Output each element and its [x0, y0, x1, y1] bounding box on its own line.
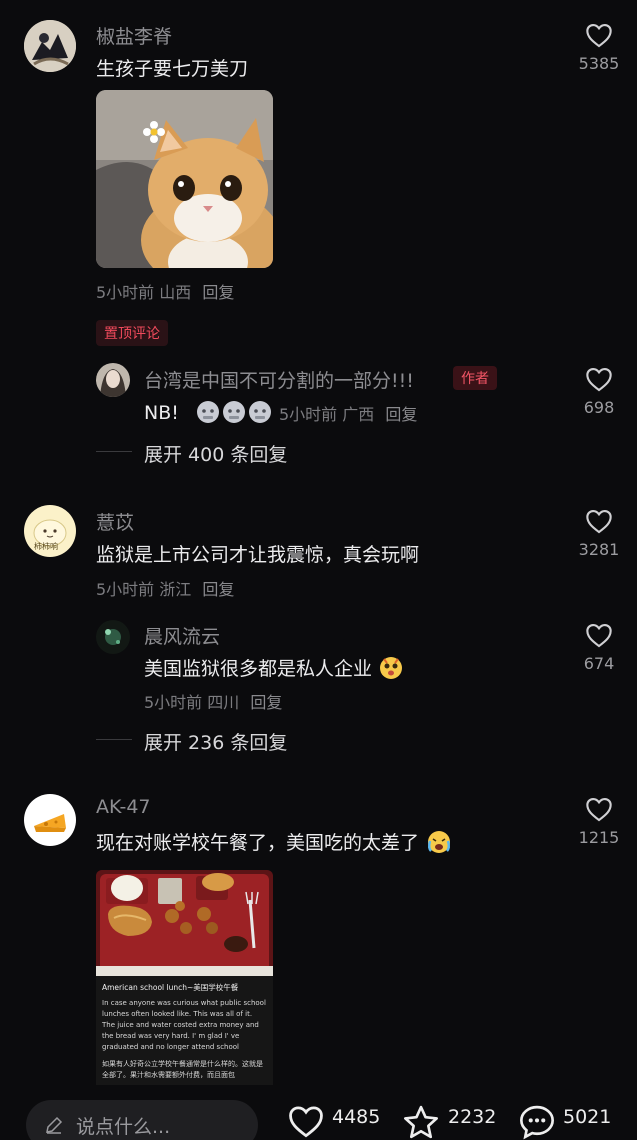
comment-image[interactable]: [96, 90, 273, 268]
emoji-icon: [378, 654, 404, 685]
username[interactable]: 椒盐李脊: [96, 22, 172, 49]
image-caption-en: In case anyone was curious what public s…: [102, 999, 266, 1051]
heart-icon: [586, 24, 612, 48]
star-icon[interactable]: [402, 1104, 440, 1140]
reply-text: NB!: [144, 402, 179, 424]
reply-button[interactable]: 回复: [202, 580, 234, 599]
expand-replies-button[interactable]: 展开 236 条回复: [144, 728, 287, 755]
pencil-icon: [46, 1116, 63, 1134]
comment-text: 生孩子要七万美刀: [96, 58, 249, 80]
comment-text: 现在对账学校午餐了，美国吃的太差了: [96, 832, 420, 854]
like-button[interactable]: 674: [569, 622, 629, 673]
expand-replies-button[interactable]: 展开 400 条回复: [144, 440, 287, 467]
reply-text-row: 美国监狱很多都是私人企业: [144, 654, 404, 685]
total-comments: 5021: [563, 1106, 612, 1128]
reply-meta: 5小时前 广西 回复: [279, 401, 417, 425]
reply-time: 5小时前: [144, 693, 203, 712]
comment-meta: 5小时前 浙江 回复: [96, 576, 234, 600]
comment-input[interactable]: 说点什么...: [26, 1100, 258, 1140]
heart-icon: [586, 368, 612, 392]
comment-input-placeholder: 说点什么...: [76, 1116, 171, 1138]
like-button[interactable]: 698: [569, 366, 629, 417]
heart-icon: [586, 510, 612, 534]
reply-button[interactable]: 回复: [202, 283, 234, 302]
avatar[interactable]: [24, 20, 76, 72]
like-count: 674: [583, 654, 615, 673]
comment-image[interactable]: American school lunch~美国学校午餐 In case any…: [96, 870, 273, 1085]
like-button[interactable]: 5385: [569, 22, 629, 73]
total-favorites: 2232: [448, 1106, 497, 1128]
reply-region: 四川: [207, 693, 240, 712]
reply-button[interactable]: 回复: [385, 405, 417, 424]
like-count: 1215: [578, 828, 620, 847]
avatar[interactable]: [96, 620, 130, 654]
username[interactable]: 薏苡: [96, 508, 134, 535]
reply-button[interactable]: 回复: [250, 693, 282, 712]
pinned-badge: 置顶评论: [96, 320, 168, 346]
reply-meta: 5小时前 四川 回复: [144, 689, 282, 713]
avatar[interactable]: [24, 794, 76, 846]
heart-icon: [586, 798, 612, 822]
divider: [96, 451, 132, 452]
image-title: American school lunch~美国学校午餐: [102, 983, 239, 992]
avatar[interactable]: [96, 363, 130, 397]
comment-text-row: 现在对账学校午餐了，美国吃的太差了: [96, 828, 453, 859]
reply-username[interactable]: 晨风流云: [144, 622, 220, 649]
comment-text: 监狱是上市公司才让我震惊，真会玩啊: [96, 544, 420, 566]
reply-text: 美国监狱很多都是私人企业: [144, 658, 373, 680]
avatar-caption: 柿柿响: [34, 542, 58, 551]
like-button[interactable]: 1215: [569, 796, 629, 847]
like-count: 698: [583, 398, 615, 417]
reply-username[interactable]: 台湾是中国不可分割的一部分!!!: [144, 366, 414, 393]
comment-bubble-icon[interactable]: [518, 1104, 556, 1140]
comment-region: 山西: [159, 283, 192, 302]
heart-icon[interactable]: [287, 1104, 325, 1138]
like-count: 5385: [578, 54, 620, 73]
heart-icon: [586, 624, 612, 648]
like-button[interactable]: 3281: [569, 508, 629, 559]
emoji-icon: [195, 398, 273, 429]
comment-time: 5小时前: [96, 580, 155, 599]
reply-region: 广西: [342, 405, 375, 424]
emoji-icon: [425, 828, 453, 859]
username[interactable]: AK-47: [96, 796, 151, 818]
comment-meta: 5小时前 山西 回复: [96, 279, 234, 303]
divider: [96, 739, 132, 740]
image-caption-zh: 如果有人好奇公立学校午餐通常是什么样的。这就是全部了。果汁和水需要额外付费，而且…: [102, 1060, 263, 1079]
like-count: 3281: [578, 540, 620, 559]
author-badge: 作者: [453, 366, 497, 390]
total-likes: 4485: [332, 1106, 381, 1128]
comment-region: 浙江: [159, 580, 192, 599]
reply-time: 5小时前: [279, 405, 338, 424]
reply-text-row: NB!: [144, 398, 273, 429]
bottom-bar: 说点什么... 4485 2232 5021: [0, 1090, 637, 1140]
comment-time: 5小时前: [96, 283, 155, 302]
